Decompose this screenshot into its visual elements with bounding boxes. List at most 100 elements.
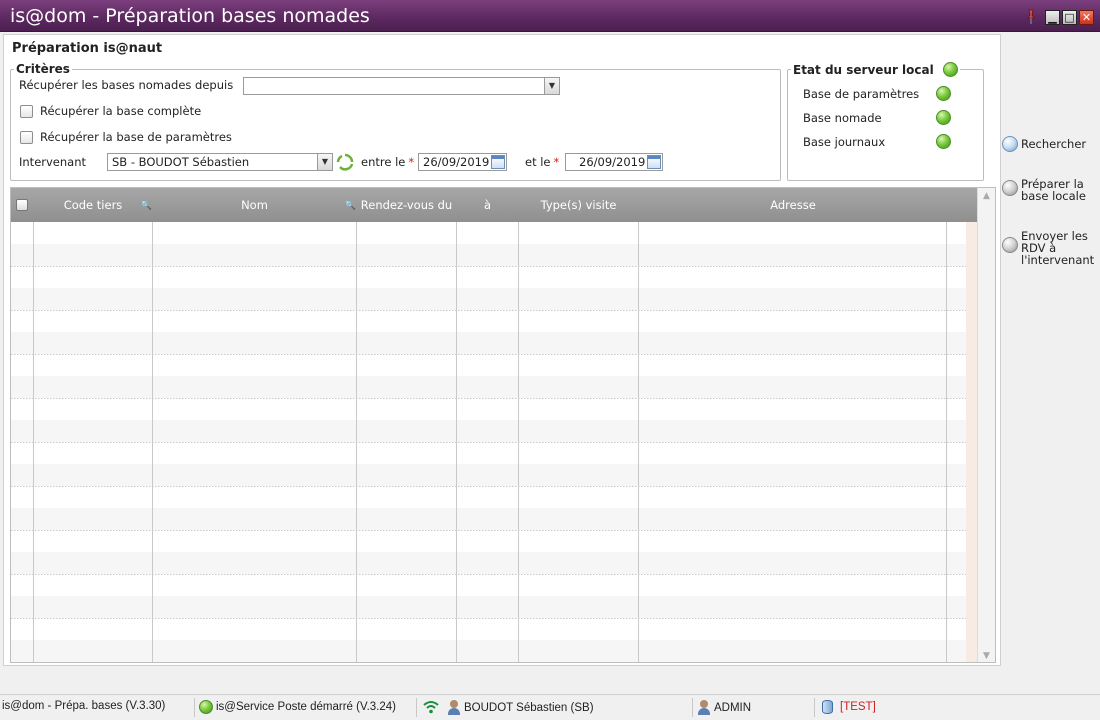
search-button[interactable]: Rechercher	[1002, 136, 1086, 152]
table-row[interactable]	[11, 244, 979, 266]
prepare-action-icon	[1002, 180, 1018, 196]
param-base-checkbox[interactable]	[20, 130, 33, 144]
table-row[interactable]	[11, 376, 979, 398]
grid-body	[11, 222, 979, 663]
status-bar: is@dom - Prépa. bases (V.3.30) is@Servic…	[0, 694, 1100, 720]
chevron-down-icon[interactable]: ▼	[317, 154, 332, 170]
col-code-tiers[interactable]: Code tiers 🔍	[34, 188, 152, 222]
full-base-row[interactable]: Récupérer la base complète	[20, 104, 201, 118]
table-row[interactable]	[11, 596, 979, 618]
calendar-icon[interactable]	[491, 155, 505, 169]
scroll-down-icon[interactable]: ▼	[978, 648, 995, 662]
table-row[interactable]	[11, 332, 979, 354]
intervenant-label: Intervenant	[19, 155, 87, 169]
col-rendez-vous[interactable]: Rendez-vous du	[357, 188, 456, 222]
actions-panel: Rechercher Préparer la base locale Envoy…	[1002, 34, 1098, 666]
row-divider	[11, 310, 979, 311]
param-base-label: Récupérer la base de paramètres	[40, 130, 232, 144]
server-item-label: Base de paramètres	[803, 86, 920, 101]
table-row[interactable]	[11, 640, 979, 662]
fetch-since-row: Récupérer les bases nomades depuis	[19, 78, 233, 92]
table-row[interactable]	[11, 552, 979, 574]
chevron-down-icon[interactable]: ▼	[544, 78, 559, 94]
vertical-scrollbar[interactable]: ▲ ▼	[977, 188, 995, 662]
intervenant-value: SB - BOUDOT Sébastien	[112, 155, 250, 169]
date-to-value: 26/09/2019	[579, 155, 646, 169]
and-label: et le	[525, 155, 551, 169]
date-from-value: 26/09/2019	[423, 155, 490, 169]
prepare-button-label: Préparer la base locale	[1021, 177, 1086, 203]
status-ok-icon	[936, 110, 951, 125]
between-row: entre le *	[361, 155, 419, 169]
wifi-icon	[423, 701, 439, 714]
status-env: [TEST]	[822, 700, 876, 714]
col-types-visite[interactable]: Type(s) visite	[519, 188, 638, 222]
main-panel: Préparation is@naut Critères Récupérer l…	[3, 34, 1001, 666]
col-adresse[interactable]: Adresse	[639, 188, 947, 222]
column-divider	[152, 222, 153, 662]
column-divider	[518, 222, 519, 662]
row-divider	[11, 530, 979, 531]
calendar-icon[interactable]	[647, 155, 661, 169]
appointments-grid: Code tiers 🔍 Nom 🔍 Rendez-vous du à Type…	[10, 187, 996, 663]
col-a[interactable]: à	[457, 188, 518, 222]
refresh-icon[interactable]	[336, 153, 354, 171]
between-label: entre le	[361, 155, 406, 169]
search-icon[interactable]: 🔍	[141, 189, 152, 223]
status-divider	[194, 698, 195, 717]
pin-icon[interactable]	[1025, 9, 1037, 25]
status-role: ADMIN	[697, 700, 751, 715]
column-divider	[33, 222, 34, 662]
row-divider	[11, 662, 979, 663]
page-title: Préparation is@naut	[12, 41, 163, 56]
full-base-label: Récupérer la base complète	[40, 104, 202, 118]
row-divider	[11, 618, 979, 619]
server-item-journaux: Base journaux	[803, 134, 951, 149]
server-item-nomade: Base nomade	[803, 110, 951, 125]
close-button[interactable]: ✕	[1079, 9, 1094, 25]
close-icon: ✕	[1081, 10, 1092, 24]
minimize-button[interactable]: ▁	[1045, 9, 1060, 25]
scroll-up-icon[interactable]: ▲	[978, 188, 995, 204]
status-divider	[814, 698, 815, 717]
status-ok-icon	[936, 86, 951, 101]
maximize-button[interactable]: □	[1062, 9, 1077, 25]
send-button[interactable]: Envoyer les RDV à l'intervenant	[1002, 228, 1094, 266]
server-status-icon	[942, 62, 958, 77]
table-row[interactable]	[11, 420, 979, 442]
full-base-checkbox[interactable]	[20, 104, 33, 118]
date-to-field[interactable]: 26/09/2019	[565, 153, 663, 171]
required-mark: *	[408, 155, 415, 169]
date-from-field[interactable]: 26/09/2019	[418, 153, 507, 171]
status-app: is@dom - Prépa. bases (V.3.30)	[2, 700, 166, 712]
row-divider	[11, 442, 979, 443]
status-network	[423, 700, 439, 714]
table-row[interactable]	[11, 464, 979, 486]
database-icon	[822, 700, 833, 714]
column-divider	[946, 222, 947, 662]
maximize-icon: □	[1064, 10, 1075, 24]
service-ok-icon	[199, 700, 213, 714]
table-row[interactable]	[11, 508, 979, 530]
column-divider	[456, 222, 457, 662]
select-all-checkbox[interactable]	[16, 199, 28, 211]
row-divider	[11, 266, 979, 267]
fetch-since-select[interactable]: ▼	[243, 77, 560, 95]
param-base-row[interactable]: Récupérer la base de paramètres	[20, 130, 232, 144]
intervenant-select[interactable]: SB - BOUDOT Sébastien ▼	[107, 153, 333, 171]
intervenant-label-row: Intervenant	[19, 155, 86, 169]
search-action-icon	[1002, 136, 1018, 152]
minimize-icon: ▁	[1048, 10, 1057, 24]
server-status-legend: Etat du serveur local	[791, 62, 960, 77]
server-item-label: Base nomade	[803, 110, 882, 125]
send-button-label: Envoyer les RDV à l'intervenant	[1021, 229, 1095, 267]
row-divider	[11, 398, 979, 399]
and-row: et le *	[525, 155, 564, 169]
send-action-icon	[1002, 237, 1018, 253]
search-icon[interactable]: 🔍	[345, 189, 356, 223]
prepare-button[interactable]: Préparer la base locale	[1002, 176, 1086, 202]
users-icon	[697, 700, 711, 715]
row-divider	[11, 486, 979, 487]
col-nom[interactable]: Nom 🔍	[153, 188, 356, 222]
table-row[interactable]	[11, 288, 979, 310]
